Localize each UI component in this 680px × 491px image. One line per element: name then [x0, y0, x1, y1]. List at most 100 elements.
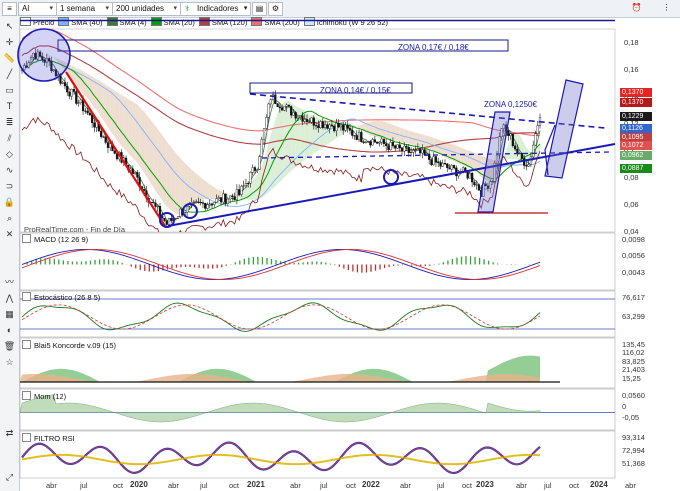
- candle-body: [511, 133, 514, 147]
- blai-panel-title: Blai5 Koncorde v.09 (15): [22, 340, 116, 350]
- macd-bar: [442, 262, 445, 265]
- ichimoku-cloud-segment: [424, 135, 427, 148]
- panel-toggle-icon[interactable]: [22, 292, 31, 301]
- panel-toggle-icon[interactable]: [22, 340, 31, 349]
- panel-toggle-icon[interactable]: [22, 234, 31, 243]
- low-circle-marker: [383, 169, 399, 185]
- parallelogram-2: [544, 79, 584, 179]
- y-tick-label: 0,16: [624, 64, 639, 74]
- candle-body: [294, 112, 297, 119]
- ichimoku-cloud-segment: [107, 86, 111, 131]
- candle-body: [450, 165, 453, 170]
- candle-body: [100, 130, 103, 137]
- candle-body: [371, 139, 374, 146]
- candle-body: [192, 201, 196, 203]
- macd-bar: [302, 262, 304, 265]
- x-year-label: 2021: [247, 480, 265, 489]
- candle-body: [432, 156, 435, 166]
- macd-bar: [424, 264, 426, 267]
- candle-body: [400, 147, 404, 152]
- ichimoku-cloud-segment: [356, 125, 360, 128]
- panel-toggle-icon[interactable]: [22, 433, 31, 442]
- candle-body: [222, 193, 225, 203]
- macd-bar: [221, 264, 223, 268]
- macd-bar: [135, 264, 137, 269]
- macd-bar: [121, 262, 123, 265]
- candle-body: [61, 82, 64, 84]
- ichimoku-cloud-segment: [196, 173, 199, 204]
- ichimoku-cloud-segment: [198, 175, 201, 202]
- macd-bar: [465, 256, 467, 265]
- top-circle-marker: [17, 28, 71, 82]
- macd-bar: [320, 261, 322, 265]
- panel-value-label: 0,0098: [622, 235, 645, 244]
- ichimoku-cloud-segment: [146, 114, 149, 180]
- candle-body: [283, 106, 286, 111]
- candle-body: [287, 104, 291, 107]
- candle-body: [235, 189, 238, 201]
- candle-body: [179, 208, 182, 217]
- ichimoku-cloud-segment: [327, 120, 330, 145]
- ichimoku-cloud-segment: [193, 171, 197, 205]
- candle-body: [348, 128, 352, 131]
- candle-body: [337, 123, 340, 128]
- candle-body: [134, 172, 137, 174]
- macd-panel-title: MACD (12 26 9): [22, 234, 88, 244]
- panel-value-label: 51,368: [622, 459, 645, 468]
- macd-bar: [207, 264, 209, 269]
- macd-bar: [483, 259, 485, 265]
- candle-body: [452, 165, 456, 169]
- panel-value-label: 0,0056: [622, 251, 645, 261]
- x-month-label: abr: [46, 481, 57, 490]
- x-month-label: oct: [569, 481, 580, 490]
- candle-body: [527, 164, 530, 167]
- candle-body: [380, 138, 383, 143]
- price-label: 0,0962: [620, 151, 652, 160]
- candle-body: [210, 203, 214, 205]
- candle-body: [79, 99, 82, 103]
- candle-body: [351, 130, 354, 136]
- ichimoku-cloud-segment: [180, 158, 183, 214]
- candle-body: [536, 125, 539, 134]
- macd-bar: [239, 260, 241, 265]
- candle-body: [163, 218, 166, 221]
- ichimoku-cloud-segment: [166, 141, 170, 209]
- price-label: 0,1370: [620, 98, 652, 107]
- macd-bar: [356, 264, 359, 273]
- candle-body: [174, 218, 177, 220]
- macd-bar: [311, 261, 313, 265]
- macd-bar: [293, 262, 295, 265]
- ichimoku-cloud-segment: [397, 126, 400, 142]
- price-label: 0,0887: [620, 164, 652, 173]
- candle-body: [219, 197, 223, 203]
- ichimoku-cloud-segment: [103, 83, 106, 124]
- macd-bar: [212, 264, 214, 269]
- ichimoku-cloud-segment: [105, 84, 108, 128]
- macd-bar: [67, 261, 69, 265]
- macd-bar: [139, 264, 141, 270]
- macd-bar: [171, 264, 173, 269]
- candle-body: [344, 124, 347, 131]
- candle-body: [296, 116, 300, 119]
- macd-bar: [257, 256, 259, 265]
- macd-bar: [193, 264, 196, 268]
- ichimoku-cloud-segment: [467, 150, 470, 168]
- y-tick-label: 0,08: [624, 172, 639, 182]
- candle-body: [195, 201, 198, 203]
- candle-body: [303, 119, 306, 122]
- candle-body: [403, 145, 406, 152]
- x-month-label: oct: [229, 481, 240, 490]
- zone-2-label: ZONA 0,14€ / 0,15€: [320, 86, 391, 95]
- ichimoku-cloud-segment: [80, 69, 84, 94]
- candle-body: [391, 142, 395, 146]
- candle-body: [226, 198, 229, 204]
- panel-toggle-icon[interactable]: [22, 391, 31, 400]
- ichimoku-cloud-segment: [157, 129, 160, 198]
- ichimoku-cloud-segment: [141, 109, 145, 173]
- candle-body: [113, 150, 116, 154]
- candle-body: [77, 102, 80, 104]
- candle-body: [364, 141, 367, 143]
- candle-body: [265, 117, 268, 129]
- macd-bar: [234, 262, 236, 265]
- macd-bar: [487, 260, 490, 265]
